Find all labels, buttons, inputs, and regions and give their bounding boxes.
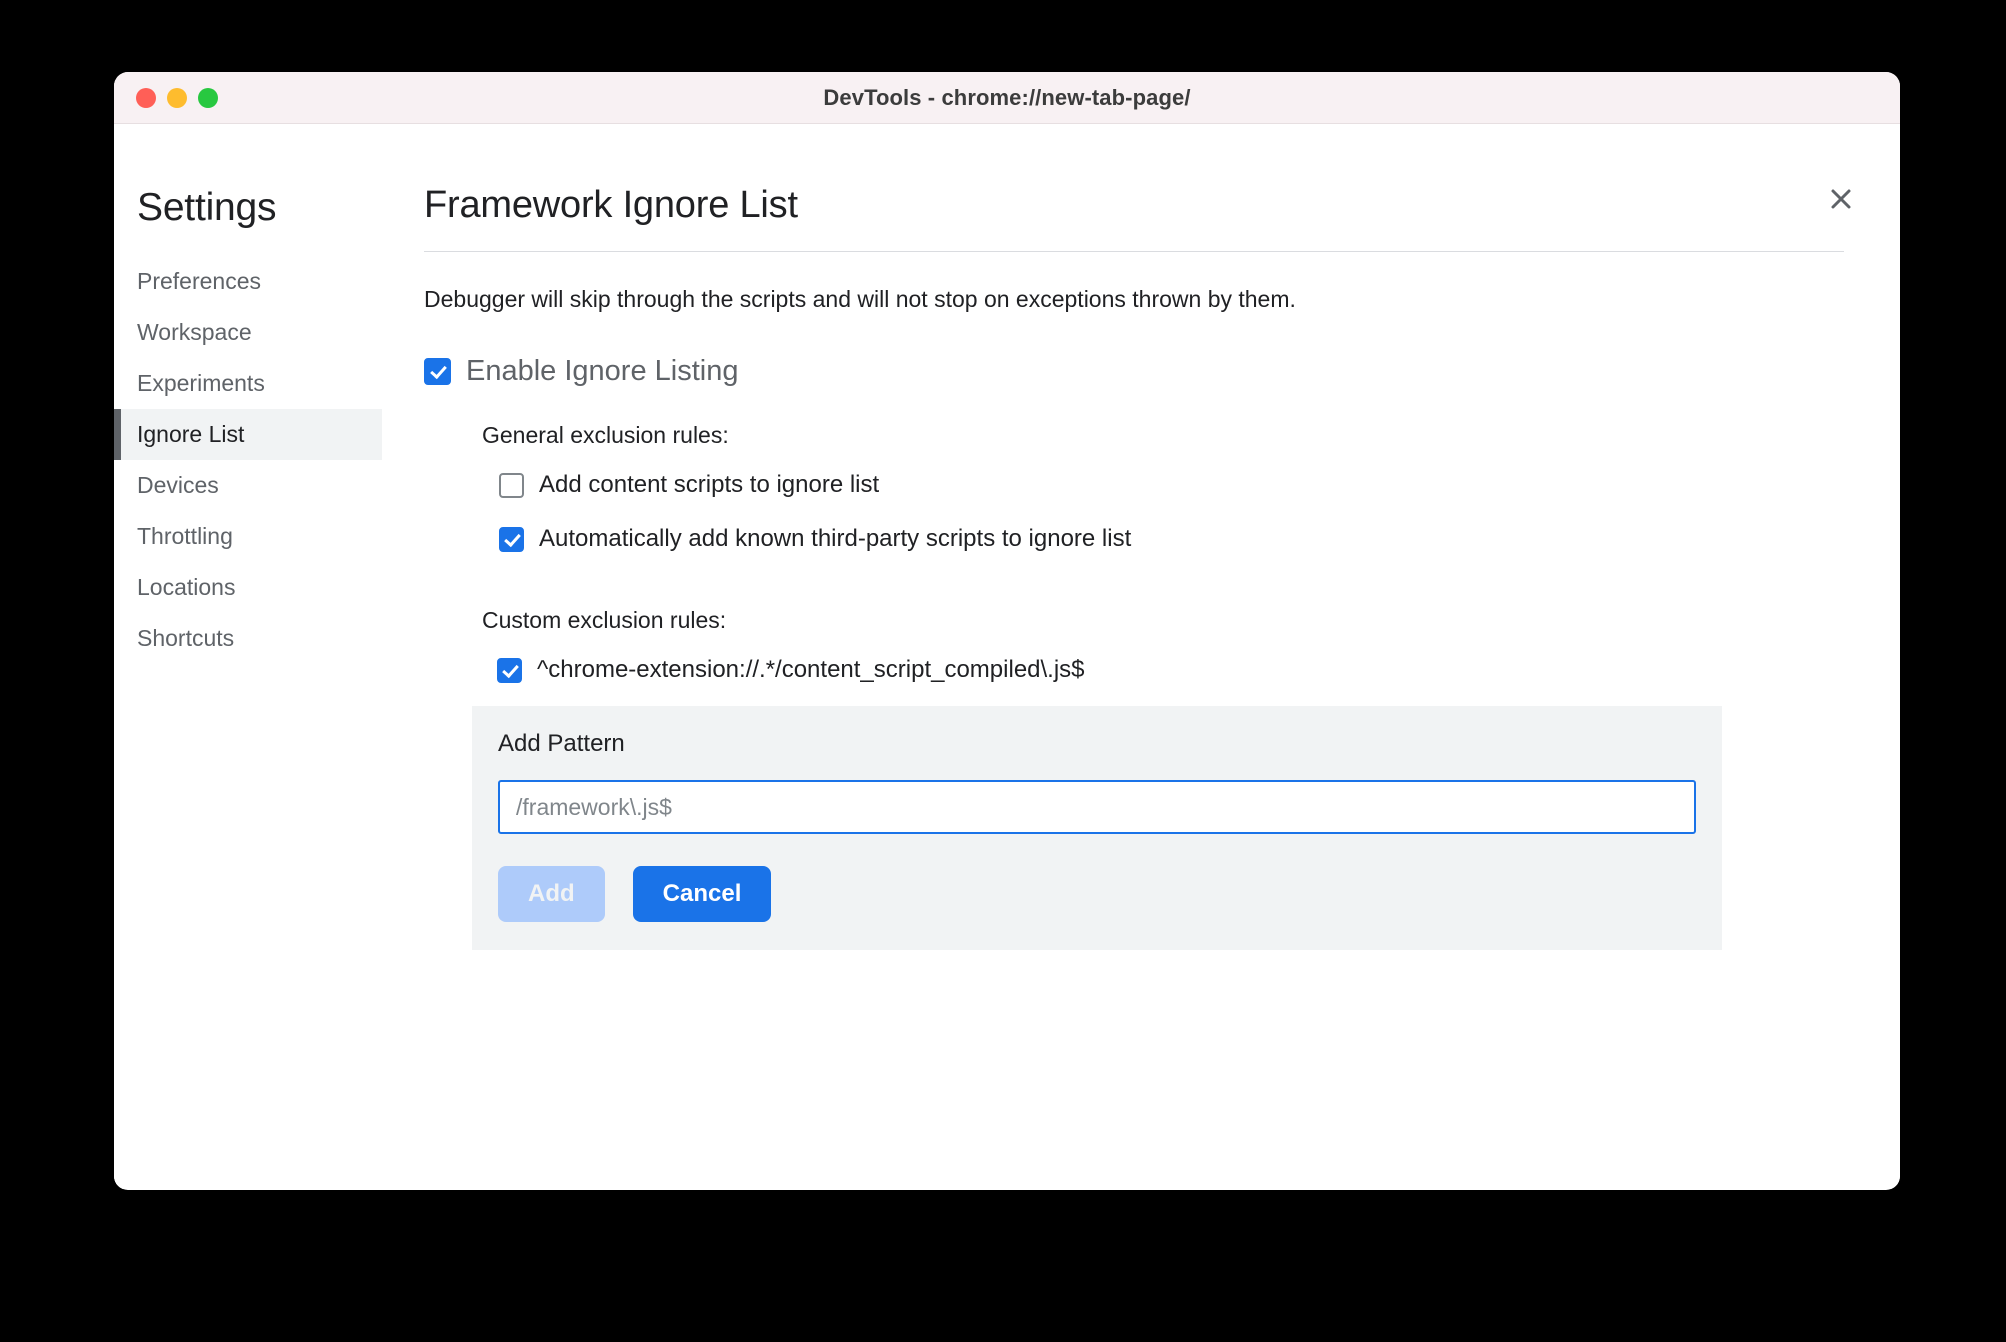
custom-pattern-row[interactable]: ^chrome-extension://.*/content_script_co…: [482, 656, 1844, 684]
auto-add-third-party-checkbox[interactable]: [499, 526, 524, 552]
auto-add-third-party-row[interactable]: Automatically add known third-party scri…: [482, 525, 1844, 553]
panel-description: Debugger will skip through the scripts a…: [424, 286, 1296, 312]
sidebar-item-locations[interactable]: Locations: [114, 562, 382, 613]
sidebar-item-throttling[interactable]: Throttling: [114, 511, 382, 562]
checkbox-checked-icon: [497, 657, 522, 683]
add-pattern-add-button[interactable]: Add: [498, 866, 605, 922]
sidebar-item-label: Ignore List: [137, 421, 245, 447]
sidebar-item-preferences[interactable]: Preferences: [114, 256, 382, 307]
sidebar-item-label: Devices: [137, 472, 219, 498]
sidebar-item-label: Locations: [137, 574, 236, 600]
title-divider: [424, 251, 1844, 252]
devtools-window: DevTools - chrome://new-tab-page/ Settin…: [114, 72, 1900, 1190]
general-rules-heading: General exclusion rules:: [482, 422, 729, 448]
custom-pattern-label: ^chrome-extension://.*/content_script_co…: [537, 656, 1085, 683]
sidebar-item-ignore-list[interactable]: Ignore List: [114, 409, 382, 460]
rules-container: General exclusion rules: Add content scr…: [424, 422, 1844, 950]
sidebar-item-experiments[interactable]: Experiments: [114, 358, 382, 409]
zoom-window-button[interactable]: [198, 87, 218, 108]
add-content-scripts-label: Add content scripts to ignore list: [539, 471, 880, 498]
minimize-window-button[interactable]: [167, 87, 187, 108]
sidebar-item-workspace[interactable]: Workspace: [114, 307, 382, 358]
sidebar-item-devices[interactable]: Devices: [114, 460, 382, 511]
checkbox-checked-icon: [499, 526, 524, 552]
page-title: Framework Ignore List: [424, 184, 798, 226]
settings-dialog: Settings Preferences Workspace Experimen…: [114, 124, 1900, 1189]
enable-ignore-listing-row[interactable]: Enable Ignore Listing: [424, 355, 1844, 388]
add-content-scripts-checkbox[interactable]: [499, 472, 524, 498]
close-settings-button[interactable]: [1824, 182, 1858, 216]
sidebar-item-label: Shortcuts: [137, 625, 235, 651]
sidebar-item-shortcuts[interactable]: Shortcuts: [114, 613, 382, 664]
sidebar-item-label: Preferences: [137, 268, 262, 294]
settings-sidebar: Settings Preferences Workspace Experimen…: [114, 124, 382, 1189]
add-content-scripts-row[interactable]: Add content scripts to ignore list: [482, 471, 1844, 499]
custom-rules-heading: Custom exclusion rules:: [482, 607, 727, 633]
close-window-button[interactable]: [136, 87, 156, 108]
add-pattern-panel: Add Pattern Add Cancel: [472, 706, 1722, 950]
checkbox-unchecked-icon: [499, 472, 524, 498]
enable-ignore-listing-checkbox[interactable]: [424, 358, 451, 385]
auto-add-third-party-label: Automatically add known third-party scri…: [539, 525, 1132, 552]
enable-ignore-listing-label: Enable Ignore Listing: [466, 355, 739, 387]
settings-content: Framework Ignore List Debugger will skip…: [382, 124, 1900, 1189]
sidebar-item-label: Workspace: [137, 319, 252, 345]
custom-pattern-checkbox[interactable]: [497, 657, 522, 683]
add-pattern-buttons: Add Cancel: [498, 866, 1696, 922]
checkbox-checked-icon: [424, 358, 451, 385]
sidebar-item-label: Throttling: [137, 523, 233, 549]
add-pattern-cancel-button[interactable]: Cancel: [632, 866, 772, 922]
add-pattern-input[interactable]: [498, 780, 1696, 834]
close-icon: [1830, 188, 1852, 210]
window-titlebar: DevTools - chrome://new-tab-page/: [114, 72, 1900, 124]
window-title: DevTools - chrome://new-tab-page/: [823, 84, 1191, 110]
traffic-lights: [114, 87, 218, 108]
sidebar-item-label: Experiments: [137, 370, 265, 396]
sidebar-title: Settings: [137, 186, 277, 229]
add-pattern-title: Add Pattern: [498, 730, 625, 757]
